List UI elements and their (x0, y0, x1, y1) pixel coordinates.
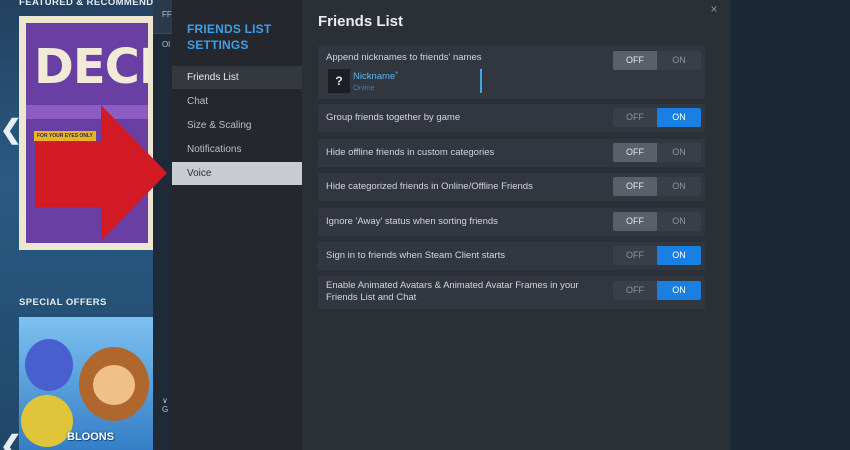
setting-row-append-nicknames: Append nicknames to friends' names OFF O… (318, 46, 705, 99)
page-title: Friends List (318, 13, 404, 30)
setting-row-sign-in-on-start: Sign in to friends when Steam Client sta… (318, 242, 705, 270)
status-text: Online (353, 83, 375, 92)
toggle-append-nicknames[interactable]: OFF ON (613, 51, 701, 70)
featured-heading: FEATURED & RECOMMENDED (19, 0, 168, 8)
settings-content: Friends List × Append nicknames to frien… (302, 0, 730, 450)
toggle-on-option[interactable]: ON (657, 177, 701, 196)
toggle-on-option[interactable]: ON (657, 212, 701, 231)
nickname-star-icon: * (395, 71, 398, 78)
setting-row-ignore-away: Ignore 'Away' status when sorting friend… (318, 208, 705, 236)
sidebar-title: FRIENDS LIST SETTINGS (187, 22, 272, 52)
toggle-on-option[interactable]: ON (657, 281, 701, 300)
sidebar-item-voice[interactable]: Voice (172, 162, 302, 185)
nickname-label: Nickname* (353, 71, 398, 82)
toggle-off-option[interactable]: OFF (613, 143, 657, 162)
annotation-arrow-shape (35, 105, 167, 241)
toggle-animated-avatars[interactable]: OFF ON (613, 281, 701, 300)
special-offer-capsule[interactable]: BLOONS (19, 317, 155, 450)
toggle-off-option[interactable]: OFF (613, 212, 657, 231)
setting-label: Append nicknames to friends' names (326, 52, 482, 63)
setting-label: Hide categorized friends in Online/Offli… (326, 181, 533, 192)
sidebar-item-notifications[interactable]: Notifications (172, 138, 302, 161)
setting-label: Ignore 'Away' status when sorting friend… (326, 216, 498, 227)
background-window-text: FF (162, 10, 172, 19)
settings-sidebar: FRIENDS LIST SETTINGS Friends List Chat … (172, 0, 302, 450)
sidebar-item-size-scaling[interactable]: Size & Scaling (172, 114, 302, 137)
toggle-off-option[interactable]: OFF (613, 246, 657, 265)
toggle-sign-in-on-start[interactable]: OFF ON (613, 246, 701, 265)
setting-row-animated-avatars: Enable Animated Avatars & Animated Avata… (318, 276, 705, 309)
setting-row-hide-offline: Hide offline friends in custom categorie… (318, 139, 705, 167)
toggle-on-option[interactable]: ON (657, 108, 701, 127)
setting-label: Enable Animated Avatars & Animated Avata… (326, 280, 579, 303)
annotation-arrow-icon (35, 105, 167, 241)
toggle-ignore-away[interactable]: OFF ON (613, 212, 701, 231)
setting-label: Sign in to friends when Steam Client sta… (326, 250, 506, 261)
nickname-text: Nickname (353, 71, 396, 82)
setting-row-group-by-game: Group friends together by game OFF ON (318, 104, 705, 132)
toggle-off-option[interactable]: OFF (613, 108, 657, 127)
friends-list-settings-dialog: FRIENDS LIST SETTINGS Friends List Chat … (172, 0, 730, 450)
sidebar-item-friends-list[interactable]: Friends List (172, 66, 302, 89)
special-capsule-logo: BLOONS (67, 431, 115, 443)
nickname-status-bar (480, 69, 482, 93)
toggle-off-option[interactable]: OFF (613, 281, 657, 300)
nickname-preview: ? Nickname* Online (326, 69, 482, 93)
toggle-group-by-game[interactable]: OFF ON (613, 108, 701, 127)
toggle-hide-offline[interactable]: OFF ON (613, 143, 701, 162)
setting-label: Group friends together by game (326, 112, 461, 123)
avatar: ? (328, 69, 350, 93)
toggle-on-option[interactable]: ON (657, 246, 701, 265)
special-offers-heading: SPECIAL OFFERS (19, 297, 107, 308)
toggle-on-option[interactable]: ON (657, 143, 701, 162)
setting-label: Hide offline friends in custom categorie… (326, 147, 495, 158)
close-icon[interactable]: × (707, 2, 721, 16)
toggle-off-option[interactable]: OFF (613, 51, 657, 70)
special-capsule-character (93, 365, 135, 405)
toggle-off-option[interactable]: OFF (613, 177, 657, 196)
special-capsule-character (21, 395, 73, 447)
carousel-prev-icon[interactable]: ❮ (0, 432, 22, 450)
background-window-text: ∨ G (162, 396, 169, 414)
toggle-hide-categorized[interactable]: OFF ON (613, 177, 701, 196)
featured-capsule-title: DECK (34, 39, 148, 95)
carousel-prev-icon[interactable]: ❮ (0, 116, 22, 142)
toggle-on-option[interactable]: ON (657, 51, 701, 70)
setting-row-hide-categorized: Hide categorized friends in Online/Offli… (318, 173, 705, 201)
sidebar-item-chat[interactable]: Chat (172, 90, 302, 113)
special-capsule-character (25, 339, 73, 391)
background-window-text: Ol (162, 40, 170, 49)
